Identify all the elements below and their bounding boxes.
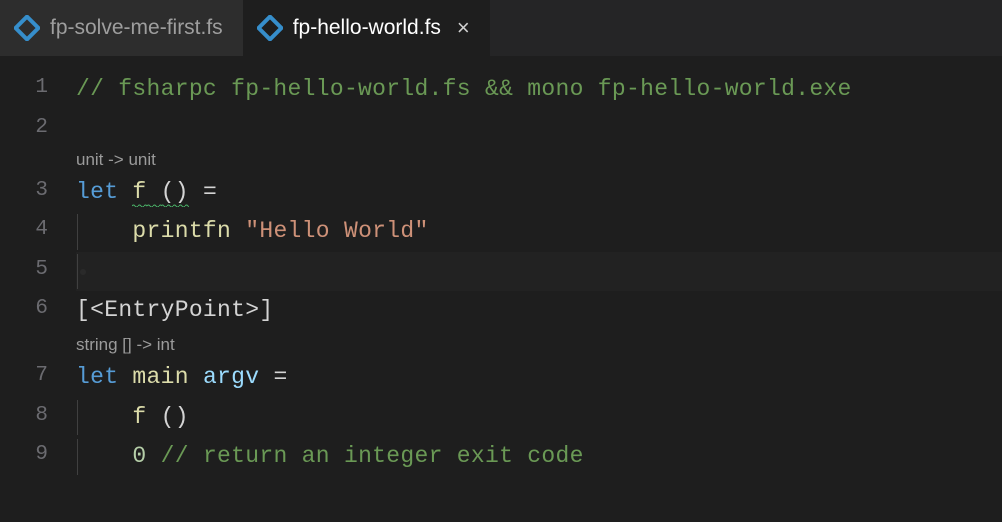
code-line[interactable]: [<EntryPoint>] xyxy=(76,291,1002,331)
whitespace-marker xyxy=(76,252,90,292)
parens: () xyxy=(161,404,189,430)
indent-guide xyxy=(77,400,78,436)
function-call: f xyxy=(132,404,146,430)
line-number: 7 xyxy=(0,358,76,394)
code-editor[interactable]: 1 // fsharpc fp-hello-world.fs && mono f… xyxy=(0,56,1002,477)
tab-label: fp-solve-me-first.fs xyxy=(50,16,223,40)
identifier: argv xyxy=(203,364,259,390)
code-line[interactable]: f () xyxy=(76,398,1002,438)
attr-name: EntryPoint xyxy=(104,297,245,323)
codelens-hint[interactable]: unit -> unit xyxy=(76,146,1002,173)
number-literal: 0 xyxy=(132,443,146,469)
code-line[interactable]: 0 // return an integer exit code xyxy=(76,437,1002,477)
equals: = xyxy=(273,364,287,390)
equals: = xyxy=(203,179,217,205)
code-line[interactable]: // fsharpc fp-hello-world.fs && mono fp-… xyxy=(76,70,1002,110)
code-line[interactable]: let main argv = xyxy=(76,358,1002,398)
code-line[interactable] xyxy=(76,252,1002,292)
line-number: 6 xyxy=(0,291,76,327)
fsharp-file-icon xyxy=(14,15,40,41)
parens: () xyxy=(161,179,189,207)
keyword-let: let xyxy=(76,179,118,205)
function-name: f xyxy=(132,179,146,207)
line-number: 8 xyxy=(0,398,76,434)
editor-tab-active[interactable]: fp-hello-world.fs × xyxy=(243,0,490,56)
codelens-hint[interactable]: string [] -> int xyxy=(76,331,1002,358)
indent-guide xyxy=(77,439,78,475)
tab-label: fp-hello-world.fs xyxy=(293,16,441,40)
code-line[interactable]: printfn "Hello World" xyxy=(76,212,1002,252)
code-comment: // return an integer exit code xyxy=(161,443,584,469)
function-name: main xyxy=(132,364,188,390)
line-number: 9 xyxy=(0,437,76,473)
attr-close: >] xyxy=(245,297,273,323)
function-call: printfn xyxy=(132,218,231,244)
editor-tab-inactive[interactable]: fp-solve-me-first.fs xyxy=(0,0,243,56)
tab-bar: fp-solve-me-first.fs fp-hello-world.fs × xyxy=(0,0,1002,56)
fsharp-file-icon xyxy=(257,15,283,41)
close-tab-icon[interactable]: × xyxy=(457,17,470,39)
line-number: 1 xyxy=(0,70,76,106)
string-literal: "Hello World" xyxy=(245,218,428,244)
attr-open: [< xyxy=(76,297,104,323)
code-comment: // fsharpc fp-hello-world.fs && mono fp-… xyxy=(76,76,852,102)
line-number: 3 xyxy=(0,173,76,209)
indent-guide xyxy=(77,214,78,250)
code-line[interactable]: let f () = xyxy=(76,173,1002,213)
keyword-let: let xyxy=(76,364,118,390)
line-number: 2 xyxy=(0,110,76,146)
line-number: 4 xyxy=(0,212,76,248)
line-number: 5 xyxy=(0,252,76,288)
